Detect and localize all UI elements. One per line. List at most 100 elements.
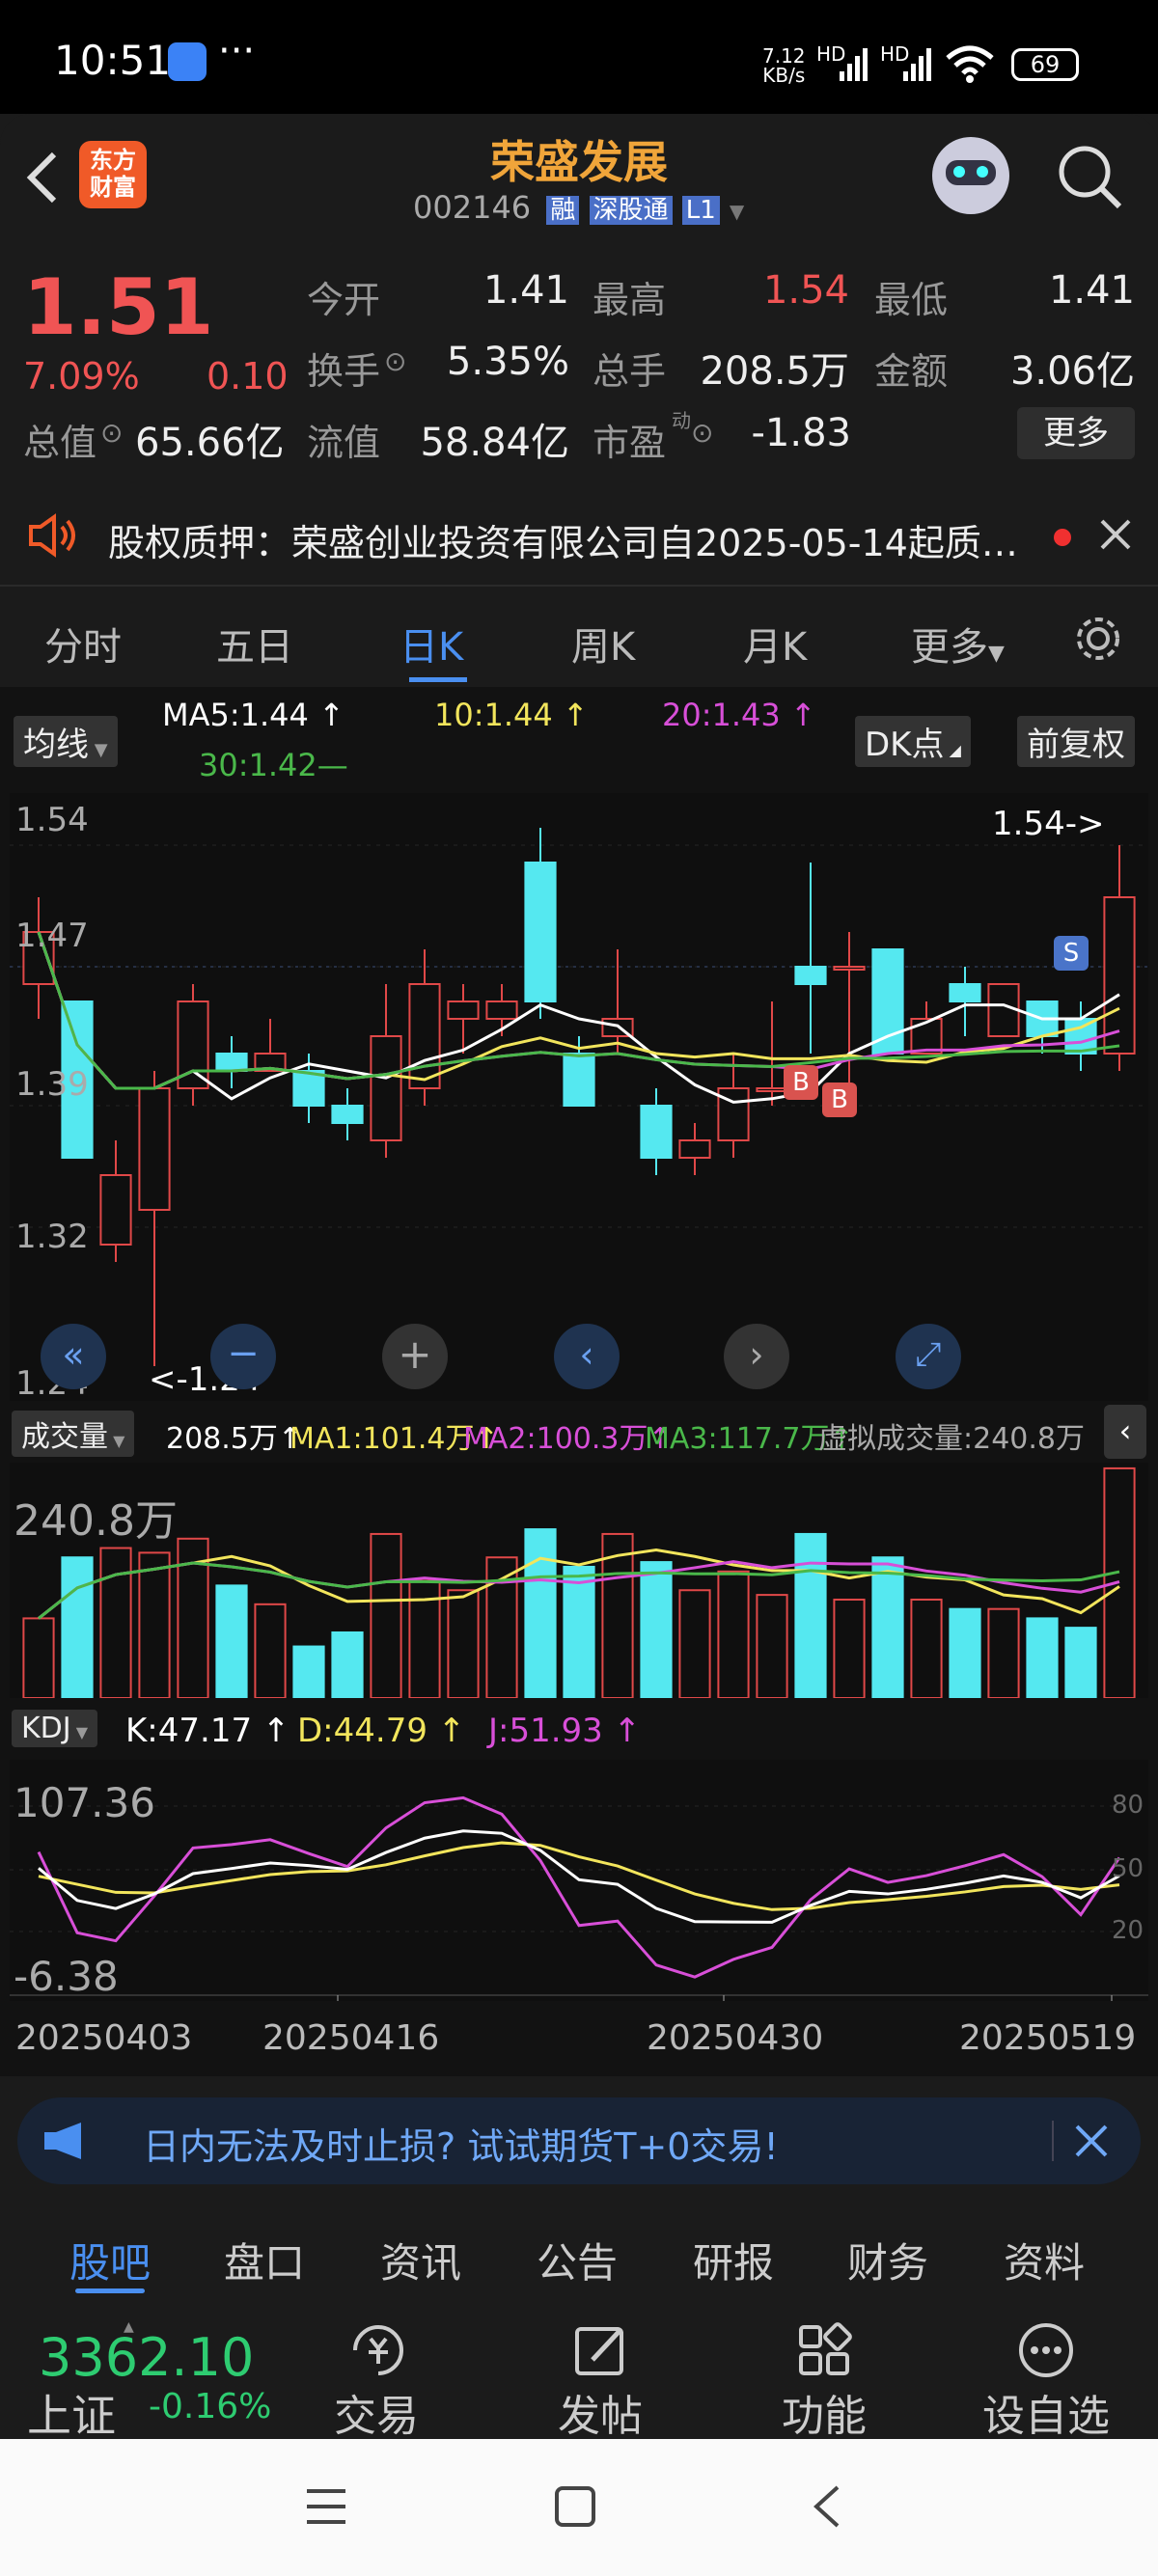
tab-profile[interactable]: 资料 <box>1004 2231 1085 2289</box>
kdj-selector[interactable]: KDJ ▼ <box>12 1710 98 1747</box>
tab-research[interactable]: 研报 <box>693 2231 774 2289</box>
tab-day-k[interactable]: 日K <box>400 616 463 671</box>
ma-dropdown-icon: ▼ <box>89 740 108 760</box>
volume-bar <box>756 1594 788 1698</box>
promo-text: 日内无法及时止损? 试试期货T+0交易! <box>143 2125 779 2168</box>
candle-body <box>370 1035 402 1141</box>
tab-more-arrow-icon: ▼ <box>988 642 1005 666</box>
tab-announcements[interactable]: 公告 <box>537 2231 618 2289</box>
volume-selector[interactable]: 成交量 ▼ <box>12 1411 135 1457</box>
float-value: 58.84亿 <box>420 421 569 465</box>
tab-finance[interactable]: 财务 <box>847 2231 928 2289</box>
back-nav-icon[interactable] <box>809 2483 843 2530</box>
index-percent: -0.16% <box>149 2387 272 2426</box>
tab-orderbook[interactable]: 盘口 <box>224 2231 305 2289</box>
volume-value: 208.5万 <box>700 349 849 394</box>
vol-ma3-value: MA3:117.7万 <box>645 1422 830 1456</box>
menu-icon[interactable] <box>305 2487 347 2526</box>
price-axis-3: 1.39 <box>15 1065 89 1104</box>
collapse-panel-icon[interactable]: ‹ <box>1104 1405 1146 1459</box>
close-icon[interactable] <box>1098 517 1133 552</box>
volume-bar <box>447 1589 480 1698</box>
candlestick-chart[interactable] <box>10 793 1148 1401</box>
scroll-left-icon[interactable]: ‹ <box>554 1324 620 1389</box>
candle-body <box>1103 896 1136 1055</box>
home-icon[interactable] <box>554 2485 596 2528</box>
volume-bar <box>794 1532 827 1698</box>
volume-bar <box>370 1532 402 1698</box>
low-value: 1.41 <box>1048 268 1135 313</box>
scroll-left-fast-icon[interactable]: « <box>41 1324 106 1389</box>
trade-icon <box>353 2325 403 2375</box>
functions-button[interactable]: 功能 <box>766 2381 882 2443</box>
add-watchlist-button[interactable]: 设自选 <box>969 2381 1123 2443</box>
info-icon[interactable]: ⊙ <box>384 345 406 377</box>
scroll-right-icon[interactable]: › <box>724 1324 789 1389</box>
candle-body <box>408 983 441 1089</box>
candle-body <box>292 1070 325 1107</box>
zoom-out-icon[interactable]: − <box>210 1324 276 1389</box>
ma-selector[interactable]: 均线 ▼ <box>14 716 118 767</box>
low-label: 最低 <box>874 279 949 321</box>
volume-chart <box>10 1463 1148 1698</box>
index-value[interactable]: 3362.10 <box>39 2327 254 2388</box>
stock-header: 东方 财富 荣盛发展 002146 融 深股通 L1 ▼ <box>0 114 1158 241</box>
settings-icon[interactable] <box>1071 612 1125 666</box>
vol-ma1-value: MA1:101.4万 <box>290 1422 475 1456</box>
change-percent: 7.09% <box>23 355 140 397</box>
status-time: 10:51 <box>54 37 172 84</box>
mcap-label: 总值 <box>23 422 97 464</box>
info-icon[interactable]: ⊙ <box>691 417 713 449</box>
volume-bar <box>138 1551 171 1698</box>
trade-button[interactable]: 交易 <box>318 2381 434 2443</box>
vol-ma2-legend: MA2:100.3万↑ <box>463 1422 673 1456</box>
volume-legend: 208.5万↑ <box>166 1422 303 1456</box>
battery-icon: 69 <box>1011 48 1079 81</box>
date-label-3: 20250430 <box>647 2018 824 2058</box>
candle-body <box>640 1105 673 1159</box>
more-button[interactable]: 更多 <box>1017 407 1135 459</box>
info-icon[interactable]: ⊙ <box>100 417 123 449</box>
promo-banner[interactable]: 日内无法及时止损? 试试期货T+0交易! <box>17 2097 1141 2184</box>
volume-bar <box>331 1631 364 1698</box>
candle-body <box>949 983 981 1002</box>
tab-week-k[interactable]: 周K <box>571 616 635 671</box>
dropdown-icon[interactable]: ▼ <box>730 200 744 223</box>
tab-five-day[interactable]: 五日 <box>216 616 293 671</box>
notice-dot <box>1054 529 1071 546</box>
post-button[interactable]: 发帖 <box>542 2381 658 2443</box>
tab-forum[interactable]: 股吧 <box>69 2231 151 2289</box>
notice-bar[interactable]: 股权质押：荣盛创业投资有限公司自2025-05-14起质… <box>0 484 1158 585</box>
fullscreen-icon[interactable]: ⤢ <box>896 1324 961 1389</box>
robot-assistant-icon[interactable] <box>932 137 1009 214</box>
volume-bar <box>524 1528 557 1698</box>
buy-marker: B <box>784 1065 818 1100</box>
candle-body <box>871 948 904 1055</box>
tab-more[interactable]: 更多▼ <box>911 616 1005 671</box>
zoom-in-icon[interactable]: + <box>382 1324 448 1389</box>
dk-point-label: DK点 <box>865 726 945 764</box>
volume-dropdown-icon: ▼ <box>108 1432 125 1450</box>
tab-news[interactable]: 资讯 <box>380 2231 461 2289</box>
kdj-level-20: 20 <box>1112 1916 1144 1945</box>
close-icon[interactable] <box>1073 2123 1110 2159</box>
dk-point-button[interactable]: DK点 ◢ <box>855 716 971 767</box>
index-name: 上证 <box>27 2390 116 2442</box>
volume-label: 总手 <box>593 350 667 393</box>
quote-panel: 1.51 7.09% 0.10 今开 1.41 最高 1.54 最低 1.41 … <box>0 241 1158 480</box>
candle-body <box>138 1087 171 1211</box>
ma10-arrow: ↑ <box>562 697 589 733</box>
virtual-volume: 虚拟成交量:240.8万 <box>818 1422 1085 1456</box>
stock-code-row: 002146 融 深股通 L1 ▼ <box>413 189 744 226</box>
mcap-value: 65.66亿 <box>135 421 285 465</box>
stock-code: 002146 <box>413 189 532 226</box>
ma10-legend: 10:1.44 ↑ <box>434 697 589 733</box>
kdj-selector-label: KDJ <box>21 1712 71 1745</box>
adjust-button[interactable]: 前复权 <box>1017 716 1135 767</box>
dk-corner-icon: ◢ <box>944 741 961 759</box>
search-icon[interactable] <box>1056 143 1125 212</box>
battery-level: 69 <box>1030 51 1061 78</box>
high-marker: 1.54-> <box>992 805 1105 843</box>
tab-month-k[interactable]: 月K <box>743 616 807 671</box>
tab-minute[interactable]: 分时 <box>44 616 122 671</box>
